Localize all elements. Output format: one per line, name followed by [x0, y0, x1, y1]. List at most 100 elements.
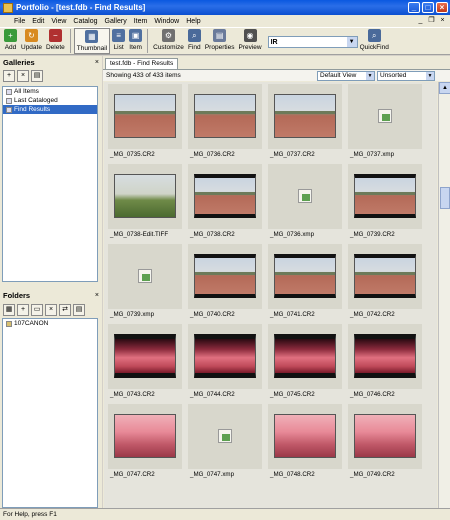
properties-button[interactable]: ▤ Properties: [203, 28, 237, 52]
left-pane: Galleries × + × ▤ All Items Last Catalog…: [0, 56, 102, 520]
thumbnail-cell[interactable]: _MG_0735.CR2: [104, 82, 182, 161]
maximize-button[interactable]: □: [422, 2, 434, 13]
menu-view[interactable]: View: [51, 18, 66, 25]
thumbnail-view-button[interactable]: ▦ Thumbnail: [73, 28, 111, 54]
close-button[interactable]: ×: [436, 2, 448, 13]
menu-edit[interactable]: Edit: [32, 18, 44, 25]
thumbnail-icon: ▦: [85, 30, 99, 43]
thumbnail-image: [274, 414, 336, 458]
update-icon: ↻: [24, 29, 38, 42]
vertical-scrollbar[interactable]: ▲ ▼: [438, 82, 450, 520]
thumbnail-cell[interactable]: _MG_0738-Edit.TIFF: [104, 162, 182, 241]
folder-properties-icon[interactable]: ▤: [73, 304, 85, 316]
content-header: Showing 433 of 433 items Default View ▼ …: [103, 69, 450, 81]
tab-find-results[interactable]: test.fdb - Find Results: [105, 58, 179, 69]
content-pane: test.fdb - Find Results Showing 433 of 4…: [103, 56, 450, 520]
menu-item[interactable]: Item: [134, 18, 148, 25]
chevron-down-icon[interactable]: ▼: [366, 72, 374, 80]
thumbnail-caption: _MG_0749.CR2: [350, 471, 395, 478]
quickfind-input[interactable]: IR ▼: [267, 36, 358, 48]
thumbnail-caption: _MG_0736.CR2: [190, 151, 235, 158]
quickfind-button[interactable]: ⌕ QuickFind: [358, 28, 391, 52]
add-button[interactable]: + Add: [2, 28, 19, 52]
menu-catalog[interactable]: Catalog: [73, 18, 97, 25]
folder-view-icon[interactable]: ▦: [3, 304, 15, 316]
thumbnail-cell[interactable]: _MG_0737.xmp: [344, 82, 422, 161]
thumbnail-cell[interactable]: _MG_0738.CR2: [184, 162, 262, 241]
gallery-properties-icon[interactable]: ▤: [31, 70, 43, 82]
thumbnail-image: [194, 254, 256, 298]
thumbnail-image: [194, 174, 256, 218]
thumbnail-cell[interactable]: _MG_0747.xmp: [184, 402, 262, 481]
add-icon: +: [4, 29, 17, 42]
gallery-icon: [6, 97, 12, 104]
thumbnail-cell[interactable]: _MG_0749.CR2: [344, 402, 422, 481]
thumbnail-grid: _MG_0735.CR2 _MG_0736.CR2 _MG_0737.CR2 _MG_…: [104, 82, 437, 520]
thumbnail-cell[interactable]: _MG_0742.CR2: [344, 242, 422, 321]
gallery-item-find-results[interactable]: Find Results: [3, 105, 97, 114]
thumbnail-cell[interactable]: _MG_0736.xmp: [264, 162, 342, 241]
delete-button[interactable]: − Delete: [44, 28, 67, 52]
thumbnail-cell[interactable]: _MG_0739.CR2: [344, 162, 422, 241]
gallery-icon: [6, 88, 12, 95]
sort-select[interactable]: Unsorted ▼: [377, 71, 435, 81]
chevron-down-icon[interactable]: ▼: [346, 37, 357, 47]
preview-icon: ◉: [243, 29, 257, 42]
folder-add-icon[interactable]: +: [17, 304, 29, 316]
thumbnail-cell[interactable]: _MG_0748.CR2: [264, 402, 342, 481]
folder-item[interactable]: 107CANON: [3, 319, 97, 328]
thumbnail-image: [114, 94, 176, 138]
preview-button[interactable]: ◉ Preview: [236, 28, 263, 52]
folder-open-icon[interactable]: ▭: [31, 304, 43, 316]
close-icon[interactable]: ×: [95, 59, 99, 66]
chevron-down-icon[interactable]: ▼: [426, 72, 434, 80]
thumbnail-cell[interactable]: _MG_0741.CR2: [264, 242, 342, 321]
item-view-button[interactable]: ▣ Item: [127, 28, 144, 52]
thumbnail-cell[interactable]: _MG_0747.CR2: [104, 402, 182, 481]
customize-button[interactable]: ⚙ Customize: [151, 28, 186, 52]
thumbnail-caption: _MG_0741.CR2: [270, 311, 315, 318]
thumbnail-cell[interactable]: _MG_0736.CR2: [184, 82, 262, 161]
new-gallery-icon[interactable]: +: [3, 70, 15, 82]
close-icon[interactable]: ×: [95, 292, 99, 299]
scroll-thumb[interactable]: [440, 187, 450, 209]
find-icon: ⌕: [187, 29, 201, 42]
thumbnail-cell[interactable]: _MG_0745.CR2: [264, 322, 342, 401]
thumbnail-cell[interactable]: _MG_0744.CR2: [184, 322, 262, 401]
toolbar: + Add ↻ Update − Delete ▦ Thumbnail ≡ Li…: [0, 27, 450, 55]
mdi-close-button[interactable]: ×: [438, 16, 447, 25]
list-icon: ≡: [112, 29, 126, 42]
xmp-file-icon: [218, 429, 232, 443]
folder-delete-icon[interactable]: ×: [45, 304, 57, 316]
window-title: Portfolio - [test.fdb - Find Results]: [16, 3, 146, 12]
menu-file[interactable]: File: [14, 18, 25, 25]
thumbnail-caption: _MG_0745.CR2: [270, 391, 315, 398]
thumbnail-cell[interactable]: _MG_0746.CR2: [344, 322, 422, 401]
search-icon: ⌕: [367, 29, 381, 42]
update-button[interactable]: ↻ Update: [19, 28, 44, 52]
find-button[interactable]: ⌕ Find: [186, 28, 203, 52]
thumbnail-cell[interactable]: _MG_0740.CR2: [184, 242, 262, 321]
thumbnail-cell[interactable]: _MG_0739.xmp: [104, 242, 182, 321]
gallery-item-last-cataloged[interactable]: Last Cataloged: [3, 96, 97, 105]
menu-help[interactable]: Help: [186, 18, 200, 25]
mdi-minimize-button[interactable]: _: [416, 16, 425, 25]
menu-gallery[interactable]: Gallery: [105, 18, 127, 25]
delete-gallery-icon[interactable]: ×: [17, 70, 29, 82]
thumbnail-cell[interactable]: _MG_0743.CR2: [104, 322, 182, 401]
status-bar: For Help, press F1: [0, 508, 450, 520]
menu-window[interactable]: Window: [154, 18, 179, 25]
scroll-up-icon[interactable]: ▲: [439, 82, 450, 94]
thumbnail-image: [194, 334, 256, 378]
galleries-tree: All Items Last Cataloged Find Results: [2, 86, 98, 282]
mdi-restore-button[interactable]: ❐: [427, 16, 436, 25]
title-bar: Portfolio - [test.fdb - Find Results] _ …: [0, 0, 450, 15]
view-select[interactable]: Default View ▼: [317, 71, 375, 81]
thumbnail-caption: _MG_0735.CR2: [110, 151, 155, 158]
gallery-item-all-items[interactable]: All Items: [3, 87, 97, 96]
thumbnail-cell[interactable]: _MG_0737.CR2: [264, 82, 342, 161]
minimize-button[interactable]: _: [408, 2, 420, 13]
folder-sync-icon[interactable]: ⇄: [59, 304, 71, 316]
gallery-icon: [6, 106, 12, 113]
list-view-button[interactable]: ≡ List: [110, 28, 127, 52]
